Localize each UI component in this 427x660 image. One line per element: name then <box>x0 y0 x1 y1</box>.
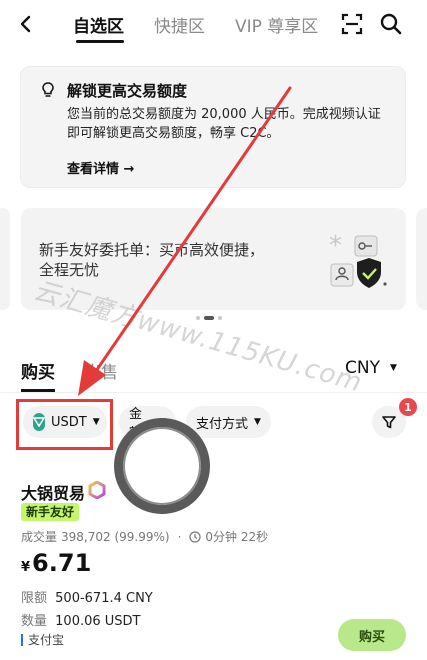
banner-next-peek[interactable] <box>416 208 427 310</box>
volume-label: 成交量 <box>21 530 58 544</box>
payment-color-bar <box>21 633 23 646</box>
tab-vip[interactable]: VIP 尊享区 <box>235 12 318 37</box>
carousel-dot <box>218 316 222 320</box>
quantity-value: 100.06 USDT <box>55 614 141 629</box>
price-currency-symbol: ¥ <box>21 560 31 575</box>
banner-previous-peek[interactable] <box>0 208 10 310</box>
banner-text: 新手友好委托单：买币高效便捷， 全程无忧 <box>39 240 299 280</box>
banner-line-2: 全程无忧 <box>39 261 100 279</box>
scan-button[interactable] <box>340 12 364 36</box>
buy-button[interactable]: 购买 <box>338 619 406 651</box>
limit-value: 500-671.4 CNY <box>55 591 153 606</box>
merchant-name[interactable]: 大锅贸易 <box>21 480 85 504</box>
view-details-link[interactable]: 查看详情 → <box>67 158 134 177</box>
notice-title: 解锁更高交易额度 <box>67 82 188 100</box>
tab-buy[interactable]: 购买 <box>21 358 55 383</box>
price: ¥ 6.71 <box>21 549 91 577</box>
payment-method: 支付宝 <box>21 631 64 648</box>
stats-separator: · <box>177 529 182 544</box>
payment-method-label: 支付宝 <box>28 633 65 647</box>
annotation-highlight-box <box>16 399 113 450</box>
back-button[interactable] <box>12 10 40 38</box>
svg-text:*: * <box>329 231 342 261</box>
chevron-left-icon <box>20 15 31 33</box>
payment-method-filter[interactable]: 支付方式 ▼ <box>186 406 271 438</box>
price-value: 6.71 <box>32 549 92 577</box>
scan-icon <box>341 13 363 35</box>
merchant-stats: 成交量 398,702 (99.99%) · 0分钟 22秒 <box>21 528 268 545</box>
search-icon <box>380 13 402 35</box>
lightbulb-icon <box>42 82 54 97</box>
payment-filter-label: 支付方式 <box>196 416 249 432</box>
avg-release-time: 0分钟 22秒 <box>205 530 269 544</box>
quantity-label: 数量 <box>21 614 48 629</box>
limit-label: 限额 <box>21 591 48 606</box>
banner-line-1: 新手友好委托单：买币高效便捷， <box>39 241 265 259</box>
search-button[interactable] <box>379 12 403 36</box>
tab-express[interactable]: 快捷区 <box>154 12 205 37</box>
tab-sell[interactable]: 出售 <box>84 358 118 383</box>
clock-icon <box>189 530 202 543</box>
notice-line-2: 即可解锁更高交易额度，畅享 C2C。 <box>67 126 280 141</box>
filter-funnel-icon <box>382 416 396 429</box>
floating-loading-ring <box>114 418 210 514</box>
top-nav: 自选区 快捷区 VIP 尊享区 <box>0 0 427 48</box>
limit-notice-card: 解锁更高交易额度 您当前的总交易额度为 20,000 人民币。完成视频认证 即可… <box>20 66 406 188</box>
tab-active-indicator <box>76 40 124 43</box>
quantity-row: 数量 100.06 USDT <box>21 610 141 629</box>
security-illustration-icon: * <box>329 231 387 288</box>
newbie-friendly-tag: 新手友好 <box>21 503 80 521</box>
notice-line-1: 您当前的总交易额度为 20,000 人民币。完成视频认证 <box>67 107 381 122</box>
notice-body: 您当前的总交易额度为 20,000 人民币。完成视频认证 即可解锁更高交易额度，… <box>67 105 397 143</box>
tab-watchlist[interactable]: 自选区 <box>73 12 124 37</box>
verified-merchant-icon <box>88 481 106 499</box>
volume-value: 398,702 (99.99%) <box>61 529 170 544</box>
caret-down-icon: ▼ <box>254 417 261 427</box>
limit-row: 限额 500-671.4 CNY <box>21 587 153 606</box>
